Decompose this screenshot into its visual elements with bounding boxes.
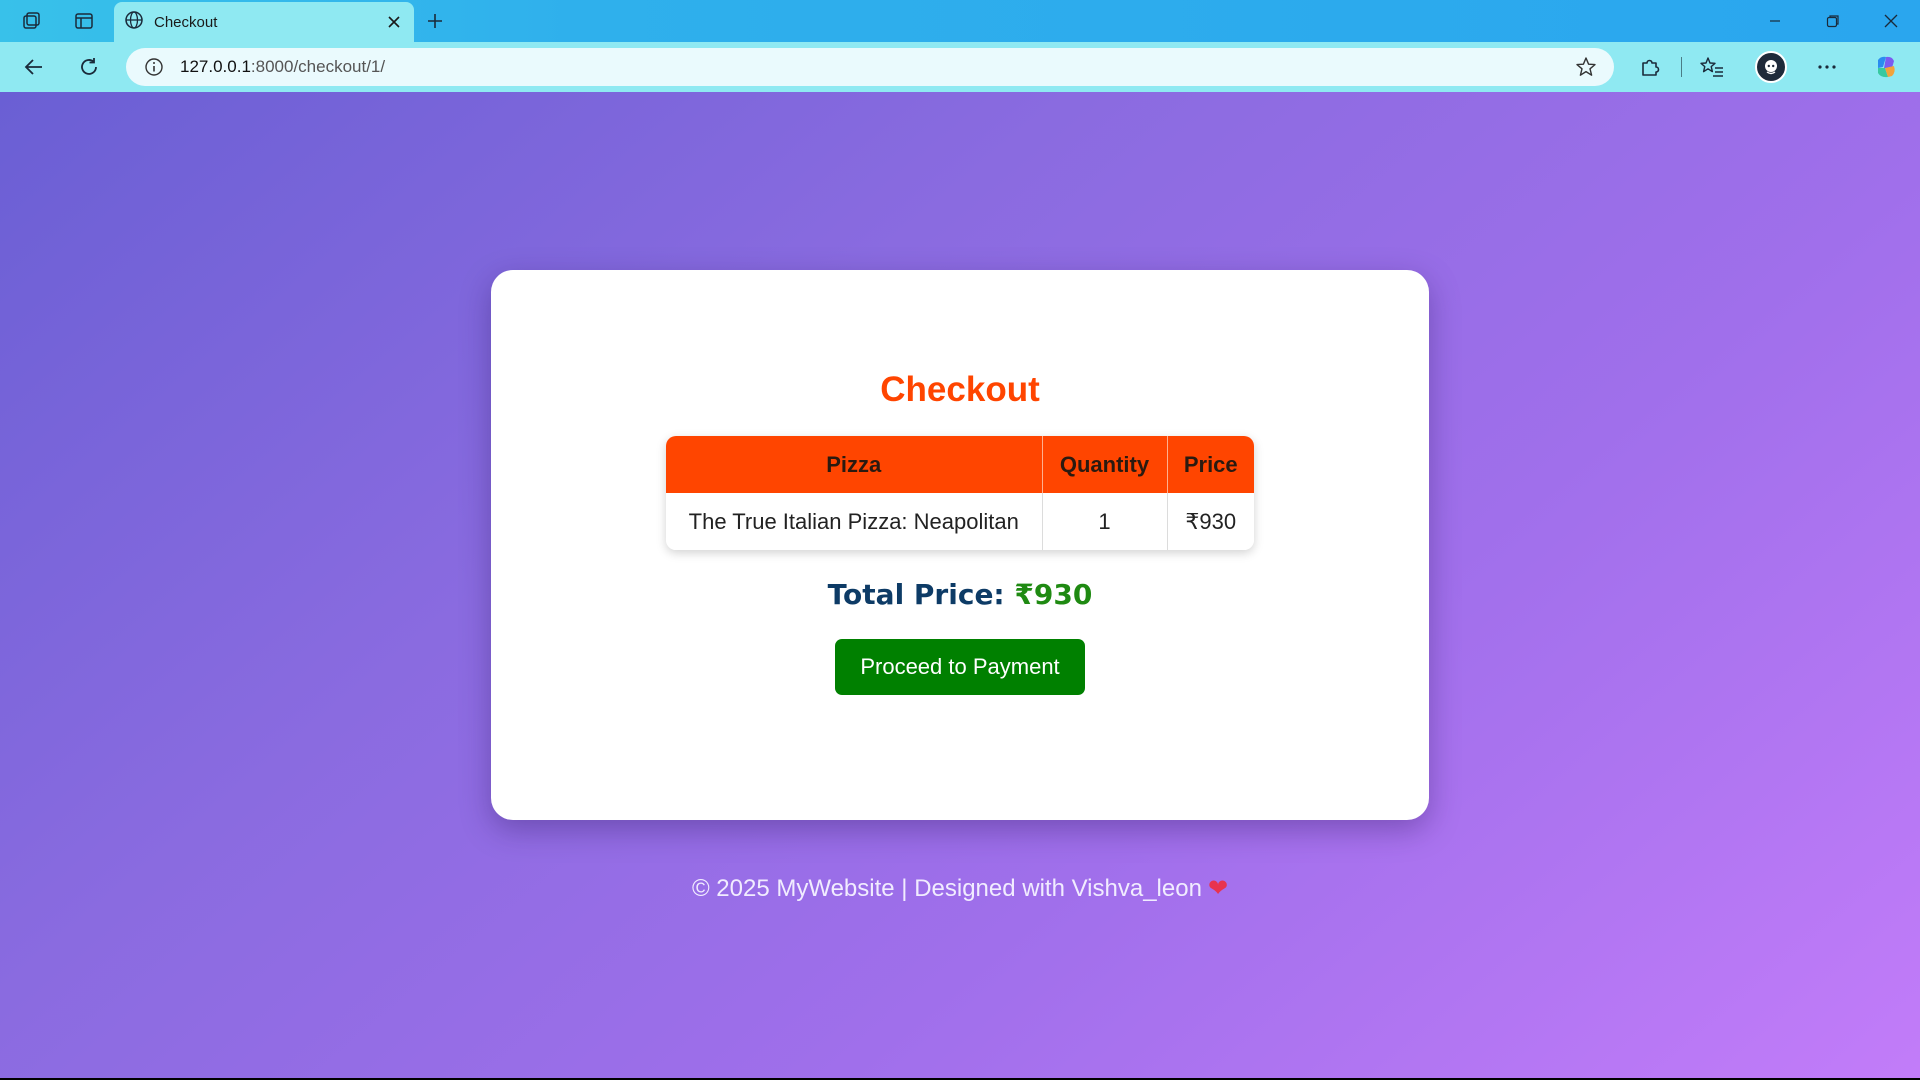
header-pizza: Pizza — [666, 436, 1043, 493]
url-host: 127.0.0.1 — [180, 57, 251, 76]
page-title: Checkout — [880, 370, 1040, 409]
total-price-amount: ₹930 — [1014, 578, 1093, 611]
total-price: Total Price: ₹930 — [491, 578, 1429, 611]
copilot-icon[interactable] — [1868, 49, 1904, 85]
footer-text: © 2025 MyWebsite | Designed with Vishva_… — [691, 875, 1202, 902]
cell-pizza: The True Italian Pizza: Neapolitan — [666, 493, 1043, 550]
order-table: Pizza Quantity Price The True Italian Pi… — [666, 436, 1254, 550]
workspaces-icon[interactable] — [16, 6, 48, 36]
url-path: :8000/checkout/1/ — [250, 57, 386, 76]
proceed-to-payment-button[interactable]: Proceed to Payment — [835, 639, 1085, 695]
address-bar[interactable]: 127.0.0.1:8000/checkout/1/ — [126, 48, 1614, 86]
tab-title: Checkout — [154, 13, 218, 31]
cell-price: ₹930 — [1167, 493, 1254, 550]
back-arrow-icon[interactable] — [16, 49, 52, 85]
puzzle-icon[interactable] — [1632, 49, 1668, 85]
tab-checkout[interactable]: Checkout — [114, 2, 414, 42]
page-background: Checkout Pizza Quantity Price The True I… — [0, 92, 1920, 1078]
footer: © 2025 MyWebsite | Designed with Vishva_… — [0, 874, 1920, 903]
plus-icon[interactable] — [419, 6, 451, 36]
refresh-icon[interactable] — [71, 49, 107, 85]
globe-icon — [124, 10, 144, 35]
table-header-row: Pizza Quantity Price — [666, 436, 1254, 493]
toolbar-divider — [1681, 57, 1682, 77]
url-text[interactable]: 127.0.0.1:8000/checkout/1/ — [180, 57, 1566, 77]
close-icon[interactable] — [380, 8, 408, 36]
tab-actions-icon[interactable] — [68, 6, 100, 36]
minimize-icon[interactable] — [1746, 0, 1804, 42]
more-icon[interactable] — [1809, 49, 1845, 85]
checkout-card: Checkout Pizza Quantity Price The True I… — [491, 270, 1429, 820]
header-price: Price — [1167, 436, 1254, 493]
header-quantity: Quantity — [1042, 436, 1168, 493]
table-row: The True Italian Pizza: Neapolitan 1 ₹93… — [666, 493, 1254, 550]
browser-toolbar: 127.0.0.1:8000/checkout/1/ — [0, 42, 1920, 92]
favorites-icon[interactable] — [1694, 49, 1730, 85]
restore-icon[interactable] — [1804, 0, 1862, 42]
close-window-icon[interactable] — [1862, 0, 1920, 42]
total-price-label: Total Price: — [827, 578, 1005, 611]
heart-icon: ❤ — [1207, 875, 1229, 902]
avatar[interactable] — [1755, 51, 1787, 83]
cell-quantity: 1 — [1042, 493, 1168, 550]
star-icon[interactable] — [1566, 48, 1606, 86]
info-icon[interactable] — [132, 48, 176, 86]
browser-tab-bar: Checkout — [0, 0, 1920, 42]
